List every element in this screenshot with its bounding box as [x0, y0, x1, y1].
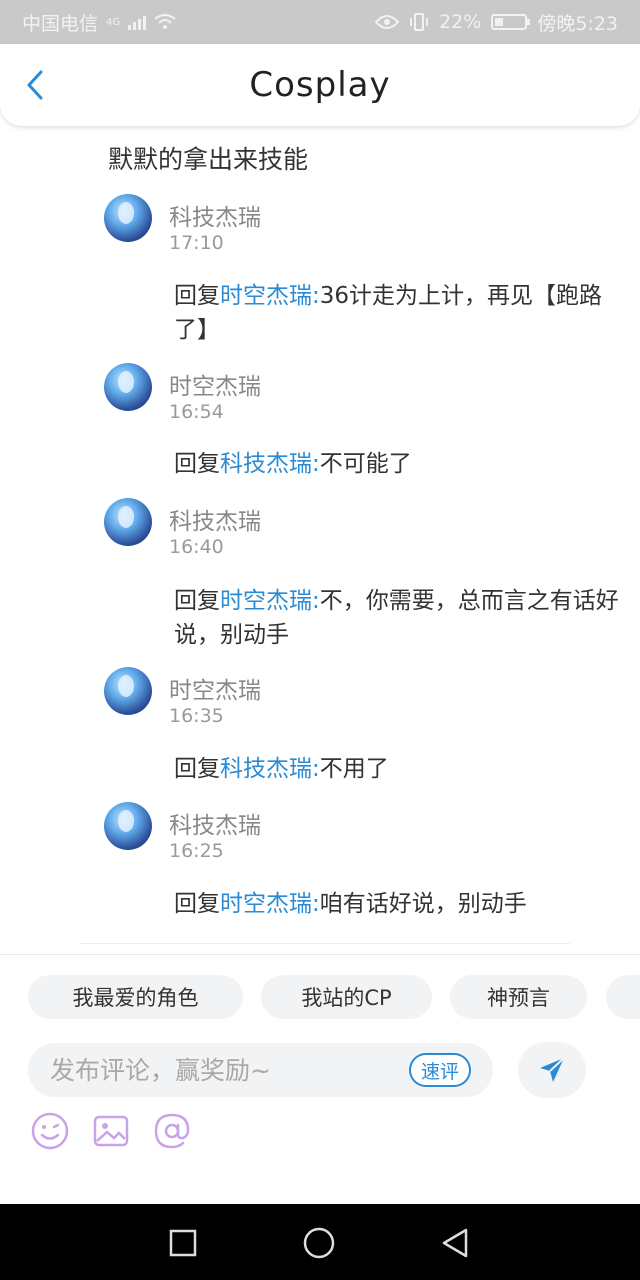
reply-to-link[interactable]: 科技杰瑞:: [220, 451, 320, 477]
status-bar: 中国电信 4G 22% 傍晚5:23: [0, 0, 640, 44]
comment-reply[interactable]: 回复时空杰瑞:咱有话好说，别动手: [174, 887, 624, 921]
eye-icon: [375, 15, 400, 29]
comment-time: 17:10: [169, 232, 224, 254]
comment-composer: 我最爱的角色 我站的CP 神预言 速评: [0, 954, 640, 1204]
avatar[interactable]: [104, 667, 152, 715]
avatar[interactable]: [104, 194, 152, 242]
image-button[interactable]: [91, 1111, 131, 1151]
emoji-icon: [31, 1112, 69, 1150]
comment-input-box[interactable]: 速评: [28, 1043, 493, 1097]
reply-prefix: 回复: [174, 891, 220, 917]
reply-prefix: 回复: [174, 283, 220, 309]
reply-prefix: 回复: [174, 588, 220, 614]
circle-icon: [303, 1227, 335, 1259]
quick-comment-button[interactable]: 速评: [408, 1053, 471, 1087]
avatar[interactable]: [104, 802, 152, 850]
reply-to-link[interactable]: 时空杰瑞:: [220, 588, 320, 614]
comment-author[interactable]: 科技杰瑞: [169, 502, 261, 536]
comment-author[interactable]: 时空杰瑞: [169, 367, 261, 401]
comment-author[interactable]: 科技杰瑞: [169, 198, 261, 232]
back-nav-button[interactable]: [438, 1226, 472, 1260]
square-icon: [169, 1229, 197, 1257]
comment-time: 16:25: [169, 840, 224, 862]
carrier-label: 中国电信: [22, 12, 99, 35]
battery-icon: [491, 14, 531, 30]
vibrate-icon: [410, 13, 429, 31]
comment-reply[interactable]: 回复科技杰瑞:不用了: [174, 752, 624, 786]
reply-text: 咱有话好说，别动手: [319, 891, 527, 917]
reply-to-link[interactable]: 科技杰瑞:: [220, 756, 320, 782]
avatar[interactable]: [104, 363, 152, 411]
emoji-button[interactable]: [30, 1111, 70, 1151]
network-label: 4G: [106, 16, 121, 28]
reply-to-link[interactable]: 时空杰瑞:: [220, 891, 320, 917]
recent-apps-button[interactable]: [166, 1226, 200, 1260]
send-button[interactable]: [518, 1042, 586, 1098]
comment-time: 16:35: [169, 705, 224, 727]
topic-chip[interactable]: 我最爱的角色: [28, 975, 243, 1019]
comment-time: 16:54: [169, 401, 224, 423]
comment-thread: 默默的拿出来技能 科技杰瑞 17:10 回复时空杰瑞:36计走为上计，再见【跑路…: [0, 126, 640, 954]
reply-text: 不可能了: [319, 451, 412, 477]
comment-text: 默默的拿出来技能: [108, 145, 309, 174]
reply-text: 不用了: [319, 756, 389, 782]
clock: 傍晚5:23: [537, 12, 618, 35]
topic-chip-overflow[interactable]: [606, 975, 640, 1019]
comment-author[interactable]: 科技杰瑞: [169, 806, 261, 840]
home-button[interactable]: [302, 1226, 336, 1260]
comment-input[interactable]: [50, 1055, 390, 1085]
page-title: Cosplay: [249, 65, 391, 105]
comment-reply[interactable]: 回复科技杰瑞:不可能了: [174, 447, 624, 481]
avatar[interactable]: [104, 498, 152, 546]
image-icon: [93, 1115, 129, 1147]
comment-reply[interactable]: 回复时空杰瑞:不，你需要，总而言之有话好说，别动手: [174, 584, 624, 652]
topic-chip[interactable]: 神预言: [450, 975, 587, 1019]
header: Cosplay: [0, 44, 640, 126]
reply-prefix: 回复: [174, 451, 220, 477]
triangle-back-icon: [442, 1228, 468, 1258]
wifi-icon: [154, 14, 176, 29]
comment-reply[interactable]: 回复时空杰瑞:36计走为上计，再见【跑路了】: [174, 279, 624, 347]
divider: [80, 943, 570, 944]
comment-time: 16:40: [169, 536, 224, 558]
mention-button[interactable]: [152, 1111, 192, 1151]
battery-percent: 22%: [439, 11, 482, 33]
back-button[interactable]: [18, 68, 52, 102]
topic-chip[interactable]: 我站的CP: [261, 975, 432, 1019]
navigation-bar: [0, 1204, 640, 1280]
send-icon: [540, 1057, 565, 1082]
chevron-left-icon: [27, 70, 43, 100]
reply-prefix: 回复: [174, 756, 220, 782]
signal-icon: [128, 14, 147, 30]
reply-to-link[interactable]: 时空杰瑞:: [220, 283, 320, 309]
mention-icon: [154, 1113, 190, 1149]
comment-author[interactable]: 时空杰瑞: [169, 671, 261, 705]
